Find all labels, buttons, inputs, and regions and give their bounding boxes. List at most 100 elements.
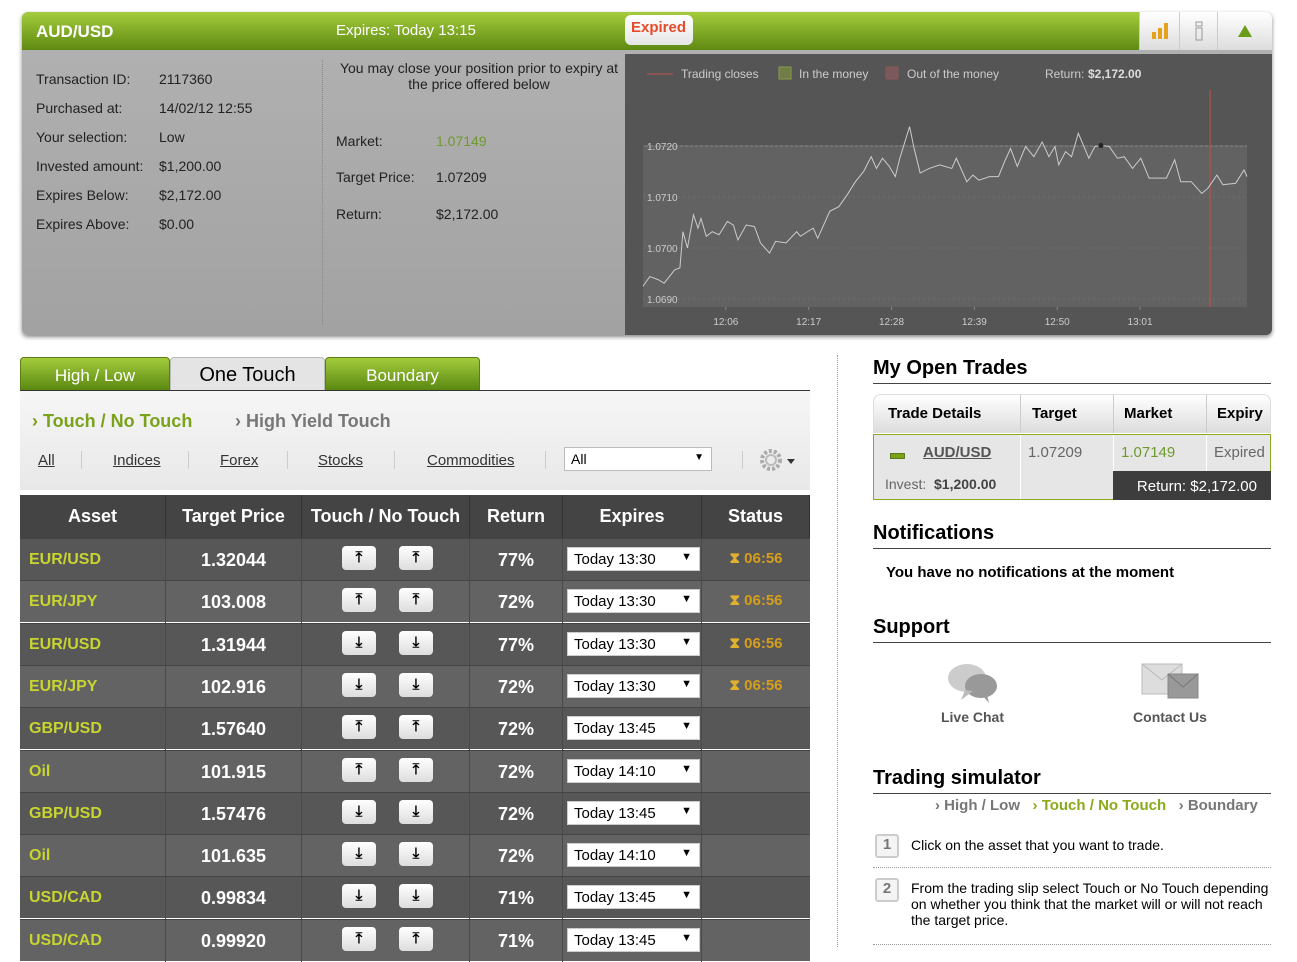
open-trade-asset[interactable]: AUD/USD [923, 444, 991, 461]
hourglass-icon: ⧗ [729, 634, 740, 652]
no-touch-down-button[interactable]: ⤓ [399, 884, 433, 909]
no-touch-up-button[interactable]: ⤒ [399, 757, 433, 782]
info-button[interactable] [1179, 12, 1217, 50]
touch-down-button[interactable]: ⤓ [342, 672, 376, 697]
expiry-select[interactable]: Today 13:45 ▼ [567, 716, 700, 741]
y-tick-label: 1.0710 [647, 193, 678, 204]
live-chat-button[interactable]: Live Chat [930, 660, 1015, 732]
table-row[interactable]: USD/CAD 0.99834 ⤓ ⤓ 71% Today 13:45 ▼ [20, 876, 810, 920]
market-select-value: All [571, 451, 587, 467]
collapse-button[interactable] [1217, 12, 1272, 50]
touch-up-button[interactable]: ⤒ [342, 546, 376, 570]
no-touch-up-button[interactable]: ⤒ [399, 546, 433, 570]
expiry-select[interactable]: Today 13:45 ▼ [567, 927, 700, 952]
touch-buttons: ⤒ ⤒ [302, 750, 470, 793]
simulator-nav-touch[interactable]: › Touch / No Touch [1033, 797, 1167, 814]
subtab-label: Touch / No Touch [43, 411, 193, 431]
no-touch-down-button[interactable]: ⤓ [399, 799, 433, 824]
expiry-select[interactable]: Today 13:45 ▼ [567, 800, 700, 825]
touch-down-button[interactable]: ⤓ [342, 884, 376, 909]
touch-down-button[interactable]: ⤓ [342, 799, 376, 824]
nav-label: High / Low [944, 797, 1020, 814]
open-trade-target: 1.07209 [1028, 444, 1083, 461]
expires-cell: Today 13:45 ▼ [563, 708, 702, 751]
arrow-to-bottom-icon: ⤓ [412, 887, 420, 905]
touch-down-button[interactable]: ⤓ [342, 842, 376, 867]
simulator-nav-high-low[interactable]: › High / Low [935, 797, 1020, 814]
category-all[interactable]: All [38, 452, 55, 469]
asset-name[interactable]: GBP/USD [20, 792, 166, 835]
settings-menu-button[interactable] [758, 447, 800, 473]
no-touch-up-button[interactable]: ⤒ [399, 926, 433, 951]
target-price-value: 1.07209 [436, 169, 487, 185]
subtab-high-yield-touch[interactable]: › High Yield Touch [235, 411, 391, 432]
category-stocks[interactable]: Stocks [318, 452, 363, 469]
table-row[interactable]: Oil 101.635 ⤓ ⤓ 72% Today 14:10 ▼ [20, 834, 810, 878]
table-row[interactable]: EUR/JPY 102.916 ⤓ ⤓ 72% Today 13:30 ▼ ⧗ 06:56 [20, 664, 810, 708]
asset-name[interactable]: EUR/JPY [20, 665, 166, 708]
asset-name[interactable]: EUR/JPY [20, 581, 166, 624]
touch-down-button[interactable]: ⤓ [342, 630, 376, 655]
touch-up-button[interactable]: ⤒ [342, 757, 376, 782]
touch-up-button[interactable]: ⤒ [342, 715, 376, 740]
table-row[interactable]: EUR/USD 1.32044 ⤒ ⤒ 77% Today 13:30 ▼ ⧗ 06:56 [20, 538, 810, 581]
expiry-select[interactable]: Today 13:30 ▼ [567, 631, 700, 656]
category-commodities[interactable]: Commodities [427, 452, 515, 469]
subtab-touch-no-touch[interactable]: › Touch / No Touch [32, 411, 192, 432]
expiry-select[interactable]: Today 13:45 ▼ [567, 885, 700, 910]
asset-name[interactable]: Oil [20, 750, 166, 793]
expires-cell: Today 13:30 ▼ [563, 581, 702, 624]
table-row[interactable]: Oil 101.915 ⤒ ⤒ 72% Today 14:10 ▼ [20, 749, 810, 793]
return-percent: 72% [470, 708, 563, 751]
detail-value: Low [159, 129, 185, 145]
market-select[interactable]: All ▼ [564, 447, 712, 471]
asset-name[interactable]: EUR/USD [20, 539, 166, 581]
no-touch-down-button[interactable]: ⤓ [399, 630, 433, 655]
divider [394, 451, 395, 469]
table-row[interactable]: GBP/USD 1.57476 ⤓ ⤓ 72% Today 13:45 ▼ [20, 791, 810, 835]
expiry-select[interactable]: Today 14:10 ▼ [567, 758, 700, 783]
touch-up-button[interactable]: ⤒ [342, 588, 376, 613]
touch-up-button[interactable]: ⤒ [342, 926, 376, 951]
tab-high-low[interactable]: High / Low [20, 357, 170, 391]
arrow-to-top-icon: ⤒ [412, 549, 420, 566]
simulator-step: 1 Click on the asset that you want to tr… [873, 832, 1271, 868]
touch-buttons: ⤓ ⤓ [302, 623, 470, 666]
table-row[interactable]: USD/CAD 0.99920 ⤒ ⤒ 71% Today 13:45 ▼ [20, 918, 810, 962]
asset-name[interactable]: USD/CAD [20, 919, 166, 962]
expiry-select[interactable]: Today 13:30 ▼ [567, 673, 700, 698]
open-trade-row[interactable]: AUD/USD Invest: $1,200.00 1.07209 1.0714… [873, 434, 1271, 500]
asset-name[interactable]: GBP/USD [20, 708, 166, 751]
asset-name[interactable]: USD/CAD [20, 877, 166, 920]
countdown: 06:56 [744, 592, 783, 610]
touch-buttons: ⤒ ⤒ [302, 919, 470, 962]
target-price-label: Target Price: [336, 169, 415, 185]
col-touch-no-touch: Touch / No Touch [302, 495, 470, 538]
close-position-section: You may close your position prior to exp… [322, 60, 624, 325]
asset-name[interactable]: Oil [20, 835, 166, 878]
nav-label: Boundary [1187, 797, 1258, 814]
table-row[interactable]: GBP/USD 1.57640 ⤒ ⤒ 72% Today 13:45 ▼ [20, 707, 810, 751]
no-touch-down-button[interactable]: ⤓ [399, 672, 433, 697]
no-touch-up-button[interactable]: ⤒ [399, 715, 433, 740]
divider [1020, 395, 1021, 433]
chart-view-button[interactable] [1139, 12, 1179, 50]
x-tick-label: 12:50 [1045, 317, 1070, 328]
table-row[interactable]: EUR/USD 1.31944 ⤓ ⤓ 77% Today 13:30 ▼ ⧗ 06:56 [20, 622, 810, 666]
asset-name[interactable]: EUR/USD [20, 623, 166, 666]
expiry-select[interactable]: Today 13:30 ▼ [567, 589, 700, 614]
table-row[interactable]: EUR/JPY 103.008 ⤒ ⤒ 72% Today 13:30 ▼ ⧗ 06:56 [20, 580, 810, 624]
category-forex[interactable]: Forex [220, 452, 258, 469]
expiry-select[interactable]: Today 14:10 ▼ [567, 843, 700, 868]
support-title: Support [873, 616, 1271, 643]
no-touch-down-button[interactable]: ⤓ [399, 842, 433, 867]
contact-us-button[interactable]: Contact Us [1125, 660, 1215, 732]
tab-boundary[interactable]: Boundary [325, 357, 480, 391]
y-tick-label: 1.0690 [647, 295, 678, 306]
tab-one-touch[interactable]: One Touch [170, 357, 325, 391]
category-indices[interactable]: Indices [113, 452, 161, 469]
simulator-nav-boundary[interactable]: › Boundary [1179, 797, 1258, 814]
expiry-select[interactable]: Today 13:30 ▼ [567, 547, 700, 571]
no-touch-up-button[interactable]: ⤒ [399, 588, 433, 613]
entry-point-marker [1098, 142, 1104, 148]
